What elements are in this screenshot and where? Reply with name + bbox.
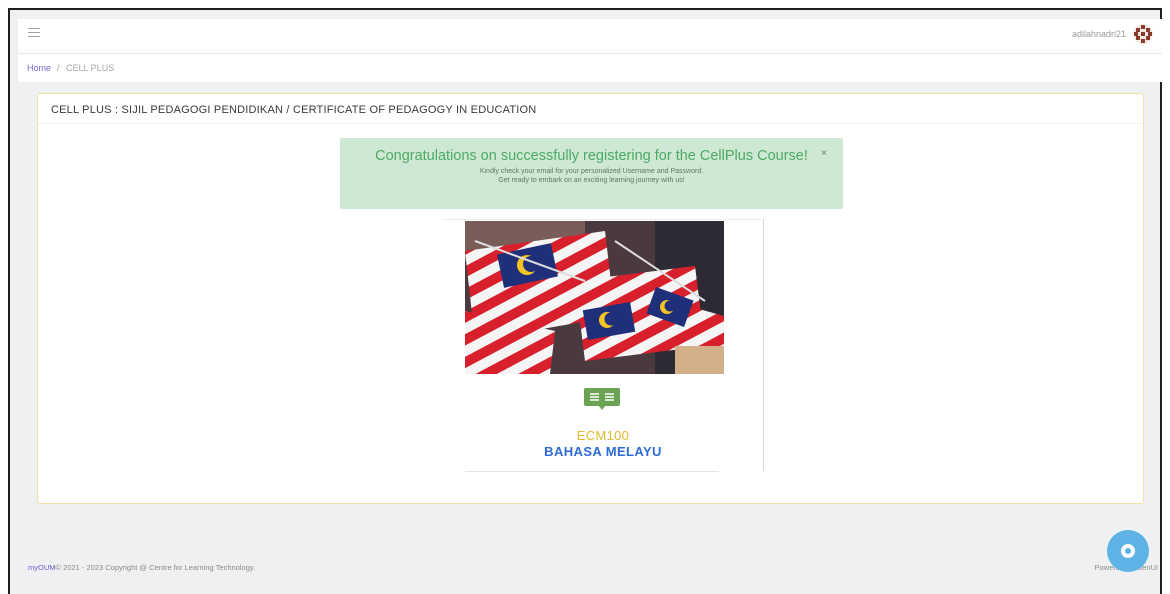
footer-brand-link[interactable]: myOUM: [28, 563, 56, 572]
alert-title: Congratulations on successfully register…: [375, 148, 808, 164]
chat-icon: [1121, 544, 1135, 558]
divider: [465, 471, 719, 472]
course-card: CELL PLUS : SIJIL PEDAGOGI PENDIDIKAN / …: [37, 93, 1144, 504]
alert-message-line: Kindly check your email for your persona…: [479, 168, 704, 175]
chat-button[interactable]: [1107, 530, 1149, 572]
success-alert: Congratulations on successfully register…: [340, 138, 843, 209]
course-image[interactable]: [465, 221, 724, 374]
breadcrumb-current: CELL PLUS: [66, 63, 115, 73]
avatar-icon[interactable]: [1132, 23, 1154, 45]
footer-copyright: myOUM© 2021 - 2023 Copyright @ Centre fo…: [28, 563, 255, 572]
open-book-icon: [584, 388, 620, 410]
footer: myOUM© 2021 - 2023 Copyright @ Centre fo…: [10, 539, 1160, 585]
alert-message-line: Get ready to embark on an exciting learn…: [498, 177, 685, 184]
footer-copyright-text: © 2021 - 2023 Copyright @ Centre for Lea…: [55, 563, 256, 572]
course-tile[interactable]: ECM100 BAHASA MELAYU: [443, 219, 764, 472]
hamburger-icon[interactable]: [28, 28, 40, 38]
breadcrumb-home-link[interactable]: Home: [27, 63, 51, 73]
breadcrumb-separator: /: [57, 63, 60, 73]
breadcrumb: Home / CELL PLUS: [18, 54, 1162, 82]
course-code: ECM100: [576, 428, 630, 443]
close-icon[interactable]: ×: [821, 148, 827, 159]
course-name-link[interactable]: BAHASA MELAYU: [443, 444, 763, 459]
username[interactable]: adilahnadri21: [1072, 29, 1126, 39]
page-title: CELL PLUS : SIJIL PEDAGOGI PENDIDIKAN / …: [38, 94, 1143, 124]
top-navbar: adilahnadri21: [18, 19, 1162, 54]
user-menu[interactable]: adilahnadri21: [1072, 23, 1154, 45]
